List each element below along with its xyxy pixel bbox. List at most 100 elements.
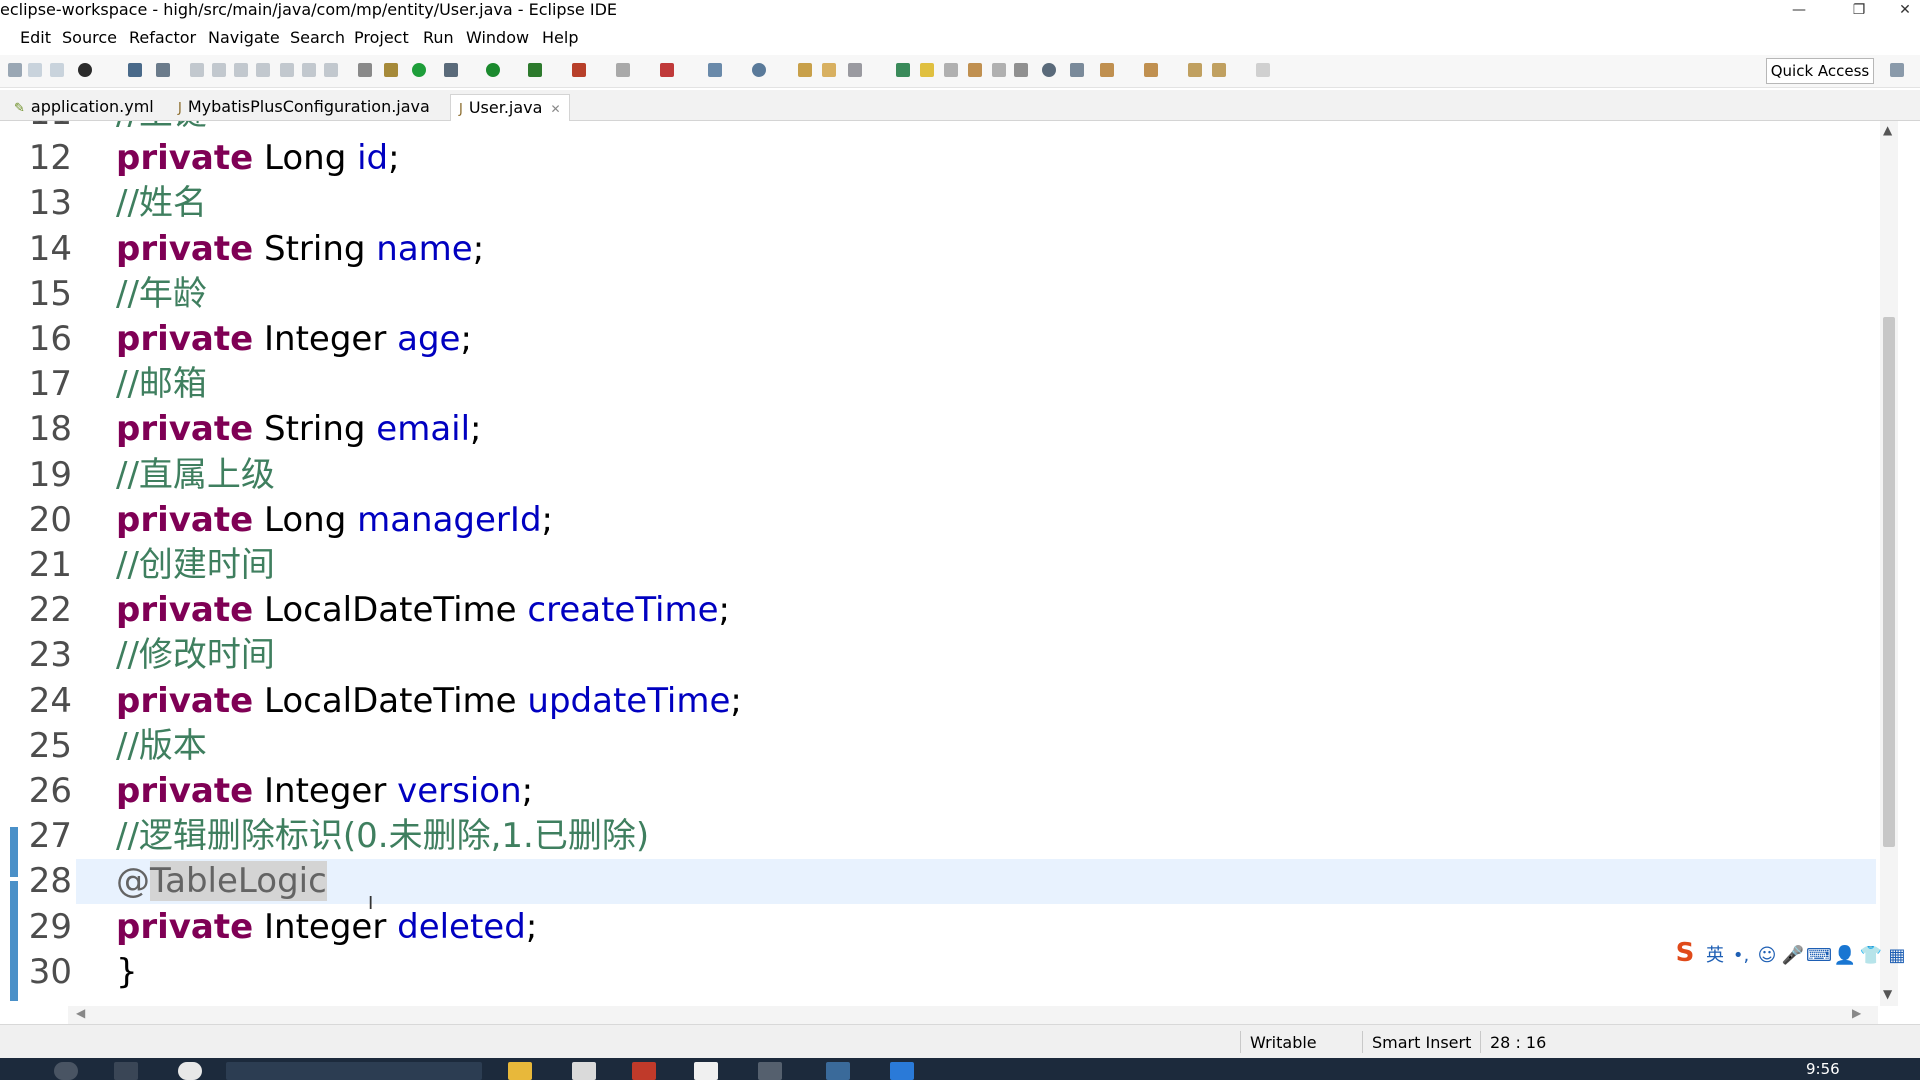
taskbar-search-box[interactable] [226, 1062, 482, 1080]
open-perspective-icon[interactable] [1890, 63, 1904, 77]
disconnect-icon[interactable] [256, 63, 270, 77]
code-line[interactable]: 29 private Integer deleted; [8, 905, 1880, 950]
back-icon[interactable] [1212, 63, 1226, 77]
new-icon[interactable] [8, 63, 22, 77]
powerpoint-icon[interactable] [632, 1062, 656, 1080]
show-whitespace-icon[interactable] [1014, 63, 1028, 77]
scroll-left-icon[interactable]: ◀ [76, 1006, 85, 1020]
open-task-icon[interactable] [822, 63, 836, 77]
task-view-icon[interactable] [114, 1062, 138, 1080]
scroll-thumb[interactable] [1883, 317, 1895, 847]
menu-window[interactable]: Window [466, 26, 529, 50]
scroll-right-icon[interactable]: ▶ [1852, 1006, 1861, 1020]
menu-source[interactable]: Source [62, 26, 117, 50]
step-over-icon[interactable] [302, 63, 316, 77]
menu-run[interactable]: Run [423, 26, 454, 50]
profile-icon[interactable] [78, 63, 92, 77]
code-line[interactable]: 17 //邮箱 [8, 362, 1880, 407]
code-line[interactable]: 13 //姓名 [8, 181, 1880, 226]
terminate-icon[interactable] [234, 63, 248, 77]
tab-user-java[interactable]: J User.java ✕ [450, 94, 570, 121]
quick-access-field[interactable]: Quick Access [1766, 58, 1874, 84]
step-return-icon[interactable] [324, 63, 338, 77]
terminal-icon[interactable] [128, 63, 142, 77]
resume-icon[interactable] [190, 63, 204, 77]
scroll-down-icon[interactable]: ▼ [1883, 987, 1892, 1001]
menu-search[interactable]: Search [290, 26, 345, 50]
code-line[interactable]: 23 //修改时间 [8, 633, 1880, 678]
external-tools-icon[interactable] [572, 63, 586, 77]
skip-breakpoints-icon[interactable] [156, 63, 170, 77]
tab-mybatisplusconfiguration[interactable]: J MybatisPlusConfiguration.java [178, 94, 430, 120]
status-insert-mode[interactable]: Smart Insert [1372, 1033, 1471, 1052]
ime-keyboard-icon[interactable]: ⌨ [1806, 945, 1832, 966]
ime-toolbox-icon[interactable]: ▦ [1884, 945, 1910, 966]
close-button[interactable]: ✕ [1890, 0, 1920, 22]
code-line[interactable]: 20 private Long managerId; [8, 498, 1880, 543]
last-edit-location-icon[interactable] [1188, 63, 1202, 77]
previous-annotation-icon[interactable] [1144, 63, 1158, 77]
eclipse-icon[interactable] [758, 1062, 782, 1080]
code-line[interactable]: 14 private String name; [8, 227, 1880, 272]
code-line[interactable]: 11 //主键 [8, 121, 1880, 136]
code-line[interactable]: 19 //直属上级 [8, 453, 1880, 498]
code-line[interactable]: 12 private Long id; [8, 136, 1880, 181]
menu-help[interactable]: Help [542, 26, 578, 50]
app-icon[interactable] [890, 1062, 914, 1080]
search-icon[interactable] [54, 1062, 78, 1080]
toggle-breadcrumb-icon[interactable] [992, 63, 1006, 77]
suspend-icon[interactable] [212, 63, 226, 77]
web-browser-icon[interactable] [1042, 63, 1056, 77]
debug-icon[interactable] [444, 63, 458, 77]
mark-occurrences-icon[interactable] [920, 63, 934, 77]
annotation-nav-icon[interactable] [896, 63, 910, 77]
code-line[interactable]: 24 private LocalDateTime updateTime; [8, 679, 1880, 724]
tab-application-yml[interactable]: ✎ application.yml [14, 94, 154, 120]
ime-emoji-icon[interactable]: ☺ [1754, 945, 1780, 966]
toggle-word-wrap-icon[interactable] [944, 63, 958, 77]
use-step-filters-icon[interactable] [384, 63, 398, 77]
server-icon[interactable] [660, 63, 674, 77]
new-java-project-icon[interactable] [708, 63, 722, 77]
store-icon[interactable] [572, 1062, 596, 1080]
vertical-scrollbar[interactable]: ▲ ▼ [1880, 121, 1898, 1006]
menu-refactor[interactable]: Refactor [129, 26, 196, 50]
menu-project[interactable]: Project [354, 26, 409, 50]
scroll-up-icon[interactable]: ▲ [1883, 123, 1892, 137]
menu-edit[interactable]: Edit [20, 26, 51, 50]
ime-voice-icon[interactable]: 🎤 [1780, 945, 1806, 966]
code-editor[interactable]: 11 //主键 12 private Long id; 13 //姓名 14 private … [8, 121, 1880, 1006]
run-icon[interactable] [486, 63, 500, 77]
restore-button[interactable]: ❐ [1836, 0, 1882, 22]
menu-navigate[interactable]: Navigate [208, 26, 280, 50]
code-line[interactable]: 27 //逻辑删除标识(0.未删除,1.已删除) [8, 814, 1880, 859]
app-icon[interactable] [694, 1062, 718, 1080]
code-line[interactable]: 16 private Integer age; [8, 317, 1880, 362]
next-annotation-icon[interactable] [1100, 63, 1114, 77]
pin-editor-icon[interactable] [1070, 63, 1084, 77]
file-explorer-icon[interactable] [508, 1062, 532, 1080]
code-line[interactable]: 30} [8, 950, 1880, 995]
spring-boot-icon[interactable] [412, 63, 426, 77]
drop-frame-icon[interactable] [358, 63, 372, 77]
minimize-button[interactable]: — [1776, 0, 1822, 22]
step-into-icon[interactable] [280, 63, 294, 77]
new-package-icon[interactable] [752, 63, 766, 77]
block-selection-icon[interactable] [968, 63, 982, 77]
open-type-icon[interactable] [798, 63, 812, 77]
ime-language-toggle[interactable]: 英 [1702, 941, 1728, 967]
ime-toolbar[interactable]: S 英 •, ☺ 🎤⌨👤 👕 ▦ [1668, 938, 1910, 970]
code-line[interactable]: 15 //年龄 [8, 272, 1880, 317]
horizontal-scrollbar[interactable]: ◀ ▶ [68, 1006, 1878, 1024]
ime-user-icon[interactable]: 👤 [1832, 945, 1858, 966]
coverage-icon[interactable] [528, 63, 542, 77]
stop-icon[interactable] [616, 63, 630, 77]
save-icon[interactable] [28, 63, 42, 77]
code-line[interactable]: 22 private LocalDateTime createTime; [8, 588, 1880, 633]
app-icon[interactable] [178, 1062, 202, 1080]
forward-icon[interactable] [1256, 63, 1270, 77]
code-line[interactable]: 28 @TableLogic [8, 859, 1880, 904]
save-all-icon[interactable] [50, 63, 64, 77]
code-line[interactable]: 18 private String email; [8, 407, 1880, 452]
code-line[interactable]: 21 //创建时间 [8, 543, 1880, 588]
